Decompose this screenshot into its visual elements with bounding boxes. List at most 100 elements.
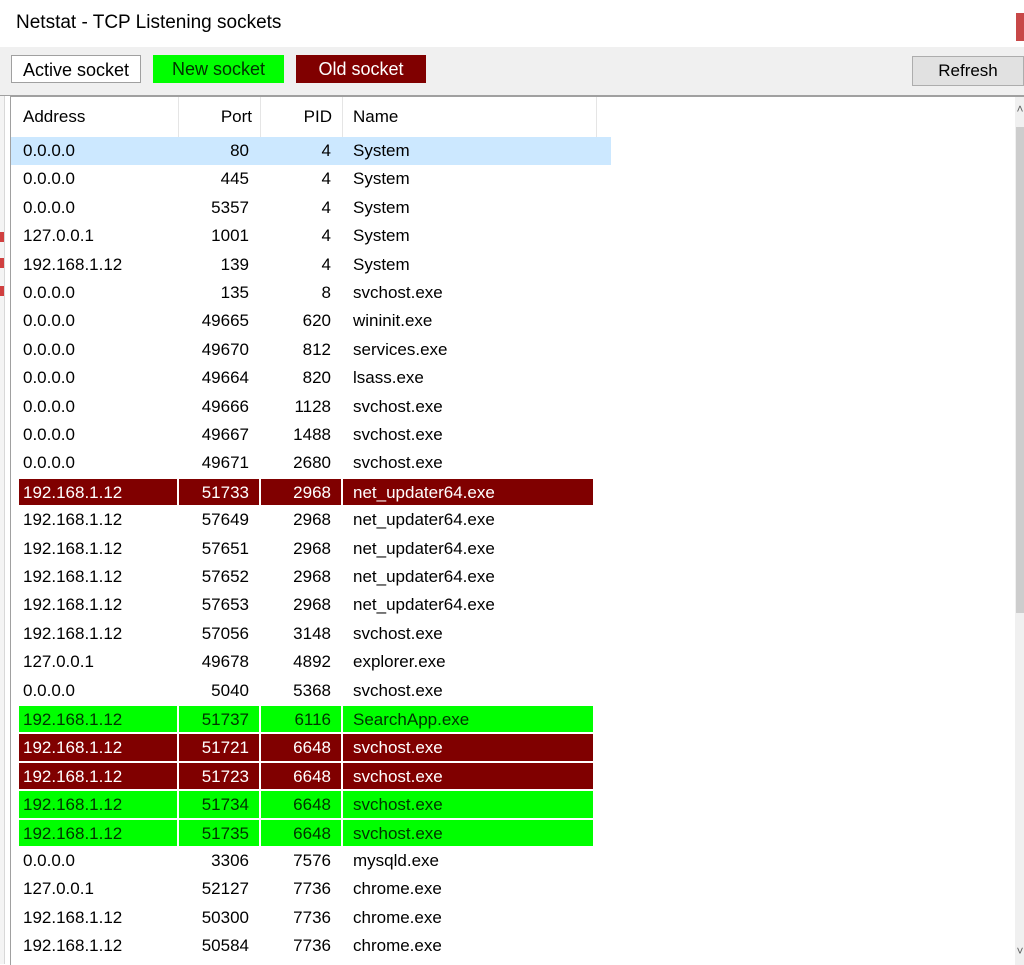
scroll-down-arrow-icon[interactable]: ˅ xyxy=(1015,943,1024,959)
table-row[interactable]: 0.0.0.0 135 8 svchost.exe xyxy=(11,279,611,307)
cell-pid: 2968 xyxy=(293,595,331,615)
column-header-pid[interactable]: PID xyxy=(261,97,343,137)
cell-name: System xyxy=(353,169,410,189)
cell-name: svchost.exe xyxy=(353,680,443,700)
table-row[interactable]: 192.168.1.12 57653 2968 net_updater64.exe xyxy=(11,591,611,619)
cell-name: svchost.exe xyxy=(343,734,593,761)
cell-name: svchost.exe xyxy=(353,396,443,416)
cell-address: 0.0.0.0 xyxy=(23,851,75,870)
window-title: Netstat - TCP Listening sockets xyxy=(16,12,282,33)
table-row[interactable]: 0.0.0.0 49665 620 wininit.exe xyxy=(11,307,611,335)
cell-pid: 8 xyxy=(321,283,331,302)
table-row[interactable]: 192.168.1.12 57651 2968 net_updater64.exe xyxy=(11,535,611,563)
cell-address: 192.168.1.12 xyxy=(23,936,123,956)
table-row[interactable]: 192.168.1.12 51735 6648 svchost.exe xyxy=(11,819,611,847)
cell-address: 127.0.0.1 xyxy=(23,879,94,899)
socket-list[interactable]: Address Port PID Name 0.0.0.0 80 4 System 0.… xyxy=(10,96,1024,965)
table-row[interactable]: 192.168.1.12 51737 6116 SearchApp.exe xyxy=(11,705,611,733)
cell-pid: 4 xyxy=(321,141,331,160)
cell-name: net_updater64.exe xyxy=(353,538,495,558)
cell-name: svchost.exe xyxy=(343,819,593,846)
table-row[interactable]: 192.168.1.12 57652 2968 net_updater64.exe xyxy=(11,563,611,591)
cell-pid: 6116 xyxy=(261,706,341,733)
cell-port: 57651 xyxy=(201,538,249,558)
cell-address: 127.0.0.1 xyxy=(23,652,94,672)
cell-address: 0.0.0.0 xyxy=(23,141,75,160)
cell-port: 3306 xyxy=(211,851,249,870)
table-row[interactable]: 127.0.0.1 1001 4 System xyxy=(11,222,611,250)
column-header-name[interactable]: Name xyxy=(343,97,597,137)
cell-port: 57649 xyxy=(201,510,249,530)
cell-name: lsass.exe xyxy=(353,368,424,388)
table-row[interactable]: 192.168.1.12 139 4 System xyxy=(11,251,611,279)
table-row[interactable]: 192.168.1.12 51733 2968 net_updater64.exe xyxy=(11,478,611,506)
cell-pid: 7576 xyxy=(293,851,331,870)
cell-pid: 820 xyxy=(302,368,331,388)
edge-mark xyxy=(0,286,4,296)
legend-new-socket: New socket xyxy=(153,55,284,83)
cell-address: 0.0.0.0 xyxy=(23,425,75,444)
cell-name: net_updater64.exe xyxy=(343,478,593,506)
table-row[interactable]: 0.0.0.0 5040 5368 svchost.exe xyxy=(11,677,611,705)
table-row[interactable]: 192.168.1.12 50300 7736 chrome.exe xyxy=(11,904,611,932)
table-row[interactable]: 192.168.1.12 57649 2968 net_updater64.exe xyxy=(11,506,611,534)
table-row[interactable]: 0.0.0.0 49671 2680 svchost.exe xyxy=(11,449,611,477)
close-icon[interactable] xyxy=(1016,13,1024,41)
cell-address: 192.168.1.12 xyxy=(23,907,123,927)
table-row[interactable]: 192.168.1.12 57056 3148 svchost.exe xyxy=(11,620,611,648)
cell-address: 192.168.1.12 xyxy=(19,706,177,733)
cell-port: 5040 xyxy=(211,680,249,700)
cell-port: 445 xyxy=(220,169,249,189)
refresh-button[interactable]: Refresh xyxy=(912,56,1024,86)
vertical-scrollbar[interactable]: ˄ ˅ xyxy=(1015,97,1024,965)
cell-port: 49670 xyxy=(201,339,249,359)
table-row[interactable]: 192.168.1.12 51723 6648 svchost.exe xyxy=(11,762,611,790)
table-row[interactable]: 0.0.0.0 49664 820 lsass.exe xyxy=(11,364,611,392)
cell-name: mysqld.exe xyxy=(353,851,439,870)
column-header-port[interactable]: Port xyxy=(179,97,261,137)
table-row[interactable]: 0.0.0.0 5357 4 System xyxy=(11,194,611,222)
cell-address: 127.0.0.1 xyxy=(23,226,94,246)
background-window-edge xyxy=(0,0,5,964)
cell-port: 49665 xyxy=(201,311,249,331)
cell-address: 0.0.0.0 xyxy=(23,453,75,473)
table-row[interactable]: 0.0.0.0 49670 812 services.exe xyxy=(11,336,611,364)
scroll-up-arrow-icon[interactable]: ˄ xyxy=(1015,101,1024,117)
cell-address: 192.168.1.12 xyxy=(19,478,177,506)
cell-port: 51735 xyxy=(179,819,259,846)
cell-pid: 2968 xyxy=(261,478,341,506)
column-header-address[interactable]: Address xyxy=(11,97,179,137)
cell-name: System xyxy=(353,254,410,274)
cell-address: 0.0.0.0 xyxy=(23,396,75,416)
cell-port: 51733 xyxy=(179,478,259,506)
cell-pid: 5368 xyxy=(293,680,331,700)
cell-pid: 7736 xyxy=(293,936,331,956)
cell-address: 0.0.0.0 xyxy=(23,169,75,189)
cell-name: svchost.exe xyxy=(353,453,443,473)
table-row[interactable]: 0.0.0.0 49666 1128 svchost.exe xyxy=(11,393,611,421)
cell-pid: 6648 xyxy=(261,734,341,761)
cell-address: 0.0.0.0 xyxy=(23,680,75,700)
cell-address: 0.0.0.0 xyxy=(23,311,75,331)
cell-address: 192.168.1.12 xyxy=(19,734,177,761)
cell-port: 1001 xyxy=(211,226,249,246)
table-row[interactable]: 0.0.0.0 49667 1488 svchost.exe xyxy=(11,421,611,449)
cell-pid: 1128 xyxy=(294,396,331,416)
scroll-thumb[interactable] xyxy=(1016,127,1024,613)
cell-name: svchost.exe xyxy=(343,762,593,790)
table-row[interactable]: 192.168.1.12 51721 6648 svchost.exe xyxy=(11,733,611,761)
table-row[interactable]: 192.168.1.12 50584 7736 chrome.exe xyxy=(11,932,611,960)
table-row[interactable]: 127.0.0.1 49678 4892 explorer.exe xyxy=(11,648,611,676)
table-row[interactable]: 192.168.1.12 51734 6648 svchost.exe xyxy=(11,790,611,818)
cell-name: chrome.exe xyxy=(353,879,442,899)
cell-address: 192.168.1.12 xyxy=(19,791,177,818)
cell-name: explorer.exe xyxy=(353,652,446,672)
table-row[interactable]: 127.0.0.1 52127 7736 chrome.exe xyxy=(11,875,611,903)
table-row[interactable]: 0.0.0.0 80 4 System xyxy=(11,137,611,166)
toolbar: Active socket New socket Old socket Refr… xyxy=(0,47,1024,96)
cell-address: 192.168.1.12 xyxy=(19,762,177,790)
cell-port: 52127 xyxy=(201,879,249,899)
table-row[interactable]: 0.0.0.0 445 4 System xyxy=(11,165,611,193)
table-row[interactable]: 0.0.0.0 3306 7576 mysqld.exe xyxy=(11,847,611,875)
cell-port: 57652 xyxy=(201,567,249,586)
